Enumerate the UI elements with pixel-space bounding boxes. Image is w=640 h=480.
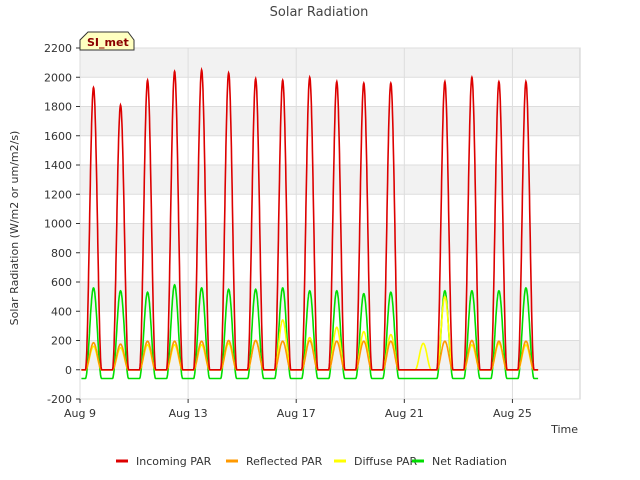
y-tick-label: 1600 <box>44 130 72 143</box>
y-tick-label: 1000 <box>44 218 72 231</box>
x-axis-ticks: Aug 9 Aug 13 Aug 17 Aug 21 Aug 25 <box>64 399 532 420</box>
site-badge: SI_met <box>79 31 135 51</box>
y-tick-label: 1800 <box>44 101 72 114</box>
plot-band <box>80 106 580 136</box>
site-badge-label: SI_met <box>87 36 129 49</box>
chart-title: Solar Radiation <box>270 5 369 20</box>
legend-label: Reflected PAR <box>246 455 323 468</box>
y-tick-label: 2000 <box>44 71 72 84</box>
legend-label: Net Radiation <box>432 455 507 468</box>
x-tick-label: Aug 9 <box>64 407 96 420</box>
x-tick-label: Aug 13 <box>169 407 208 420</box>
legend-label: Diffuse PAR <box>354 455 418 468</box>
y-tick-label: 2200 <box>44 42 72 55</box>
x-tick-label: Aug 25 <box>493 407 532 420</box>
y-axis-ticks: -200 0 200 400 600 800 1000 1200 1400 1600 1800 200… <box>44 42 80 406</box>
y-tick-label: 1400 <box>44 159 72 172</box>
plot-band <box>80 48 580 78</box>
y-axis-title: Solar Radiation (W/m2 or um/m2/s) <box>8 131 21 326</box>
y-tick-label: 0 <box>65 364 72 377</box>
y-tick-label: 600 <box>51 276 72 289</box>
y-tick-label: 200 <box>51 335 72 348</box>
plot-band <box>80 223 580 253</box>
y-tick-label: -200 <box>47 393 72 406</box>
legend-label: Incoming PAR <box>136 455 212 468</box>
plot-band <box>80 77 580 107</box>
solar-radiation-chart: -200 0 200 400 600 800 1000 1200 1400 1600 1800 200… <box>8 5 581 468</box>
plot-band <box>80 194 580 224</box>
plot-band <box>80 135 580 165</box>
y-tick-label: 800 <box>51 247 72 260</box>
y-tick-label: 1200 <box>44 188 72 201</box>
legend: Incoming PAR Reflected PAR Diffuse PAR Net … <box>116 455 507 468</box>
y-tick-label: 400 <box>51 305 72 318</box>
plot-band <box>80 165 580 195</box>
x-axis-title: Time <box>550 423 578 436</box>
x-tick-label: Aug 17 <box>277 407 316 420</box>
plot-band <box>80 252 580 282</box>
x-tick-label: Aug 21 <box>385 407 424 420</box>
